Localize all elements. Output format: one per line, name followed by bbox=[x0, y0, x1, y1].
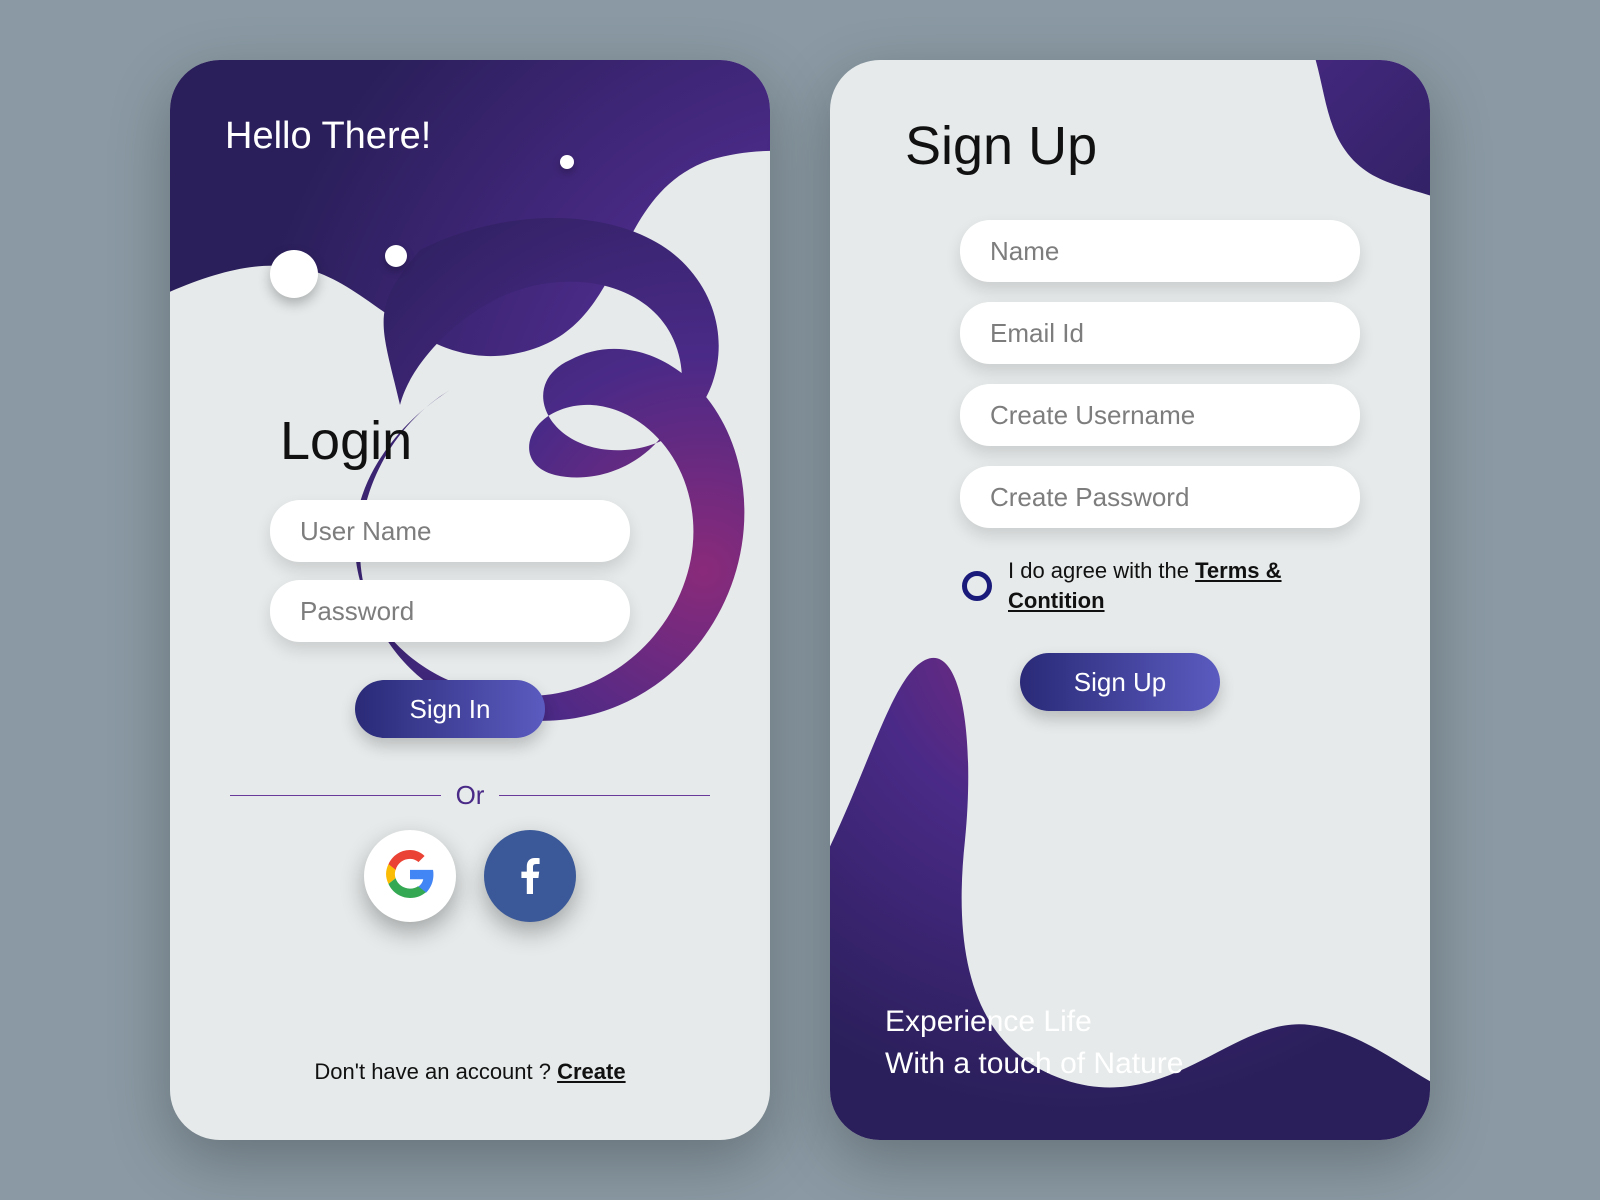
agree-radio[interactable] bbox=[962, 571, 992, 601]
create-account-link[interactable]: Create bbox=[557, 1059, 625, 1084]
signup-card: Sign Up I do agree with the Terms & Cont… bbox=[830, 60, 1430, 1140]
greeting-text: Hello There! bbox=[225, 115, 431, 158]
or-label: Or bbox=[456, 780, 485, 811]
login-card: Hello There! Login Sign In Or bbox=[170, 60, 770, 1140]
divider-line bbox=[499, 795, 710, 796]
facebook-login-button[interactable] bbox=[484, 830, 576, 922]
sign-up-button[interactable]: Sign Up bbox=[1020, 653, 1220, 711]
google-login-button[interactable] bbox=[364, 830, 456, 922]
social-buttons bbox=[170, 830, 770, 922]
tagline-line-2: With a touch of Nature bbox=[885, 1043, 1183, 1085]
login-title: Login bbox=[280, 410, 412, 472]
tagline-line-1: Experience Life bbox=[885, 1001, 1183, 1043]
signup-title: Sign Up bbox=[905, 115, 1097, 177]
tagline: Experience Life With a touch of Nature bbox=[885, 1001, 1183, 1085]
facebook-icon bbox=[506, 850, 554, 903]
or-divider: Or bbox=[230, 780, 710, 811]
decorative-dot bbox=[385, 245, 407, 267]
terms-agree-row: I do agree with the Terms & Contition bbox=[960, 556, 1360, 615]
decorative-dot bbox=[560, 155, 574, 169]
login-form: Sign In bbox=[270, 500, 630, 738]
signup-form: I do agree with the Terms & Contition Si… bbox=[960, 220, 1360, 711]
username-input[interactable] bbox=[270, 500, 630, 562]
login-footer: Don't have an account ? Create bbox=[170, 1059, 770, 1085]
name-input[interactable] bbox=[960, 220, 1360, 282]
email-input[interactable] bbox=[960, 302, 1360, 364]
decorative-dot bbox=[270, 250, 318, 298]
create-password-input[interactable] bbox=[960, 466, 1360, 528]
create-username-input[interactable] bbox=[960, 384, 1360, 446]
agree-text: I do agree with the Terms & Contition bbox=[1008, 556, 1360, 615]
divider-line bbox=[230, 795, 441, 796]
sign-in-button[interactable]: Sign In bbox=[355, 680, 545, 738]
footer-prefix: Don't have an account ? bbox=[314, 1059, 557, 1084]
agree-prefix: I do agree with the bbox=[1008, 558, 1195, 583]
password-input[interactable] bbox=[270, 580, 630, 642]
google-icon bbox=[385, 849, 435, 904]
